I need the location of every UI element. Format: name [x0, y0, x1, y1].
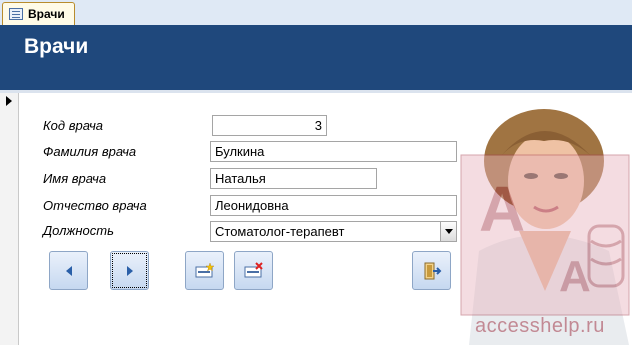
- doctor-position-label: Должность: [43, 223, 114, 238]
- next-record-button[interactable]: [110, 251, 149, 290]
- doctor-firstname-label: Имя врача: [43, 171, 107, 186]
- svg-text:A: A: [559, 252, 591, 301]
- form-header: Врачи: [0, 25, 632, 90]
- new-record-button[interactable]: [185, 251, 224, 290]
- document-tab-strip: Врачи: [0, 0, 632, 26]
- exit-door-icon: [424, 262, 441, 279]
- delete-record-icon: [244, 261, 263, 277]
- new-record-icon: [195, 261, 215, 277]
- doctor-photo: A A: [459, 101, 632, 345]
- record-selector[interactable]: [0, 93, 19, 345]
- right-triangle-icon: [126, 265, 133, 276]
- watermark-logo-icon: A A: [460, 154, 630, 316]
- watermark-text: accesshelp.ru: [475, 315, 605, 337]
- form-icon: [9, 8, 23, 20]
- header-divider: [0, 90, 632, 93]
- doctor-patronymic-label: Отчество врача: [43, 198, 147, 213]
- doctor-position-combobox[interactable]: Стоматолог-терапевт: [210, 221, 457, 242]
- doctor-lastname-label: Фамилия врача: [43, 144, 137, 159]
- doctor-lastname-field[interactable]: Булкина: [210, 141, 457, 162]
- form-title: Врачи: [24, 35, 89, 58]
- left-triangle-icon: [65, 265, 72, 276]
- svg-text:A: A: [479, 173, 525, 245]
- doctor-code-field[interactable]: 3: [212, 115, 327, 136]
- delete-record-button[interactable]: [234, 251, 273, 290]
- current-record-arrow-icon: [6, 96, 12, 106]
- doctor-firstname-field[interactable]: Наталья: [210, 168, 377, 189]
- prev-record-button[interactable]: [49, 251, 88, 290]
- doctor-position-value: Стоматолог-терапевт: [215, 224, 345, 239]
- form-tab[interactable]: Врачи: [2, 2, 75, 25]
- doctor-code-label: Код врача: [43, 118, 104, 133]
- form-tab-label: Врачи: [28, 7, 65, 21]
- doctor-patronymic-field[interactable]: Леонидовна: [210, 195, 457, 216]
- close-form-button[interactable]: [412, 251, 451, 290]
- chevron-down-icon[interactable]: [440, 222, 456, 241]
